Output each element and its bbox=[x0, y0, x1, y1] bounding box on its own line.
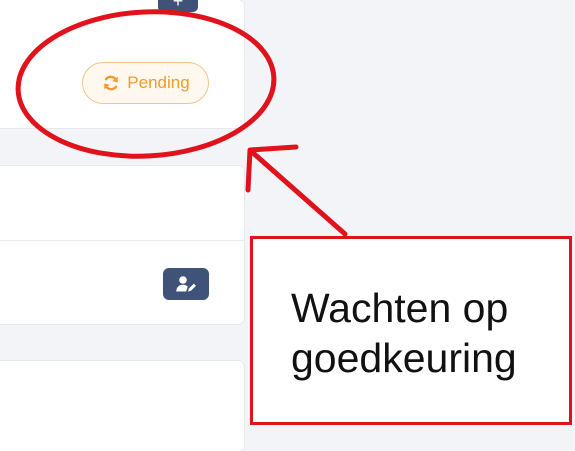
annotation-text-line2: goedkeuring bbox=[291, 334, 517, 381]
arrow-head bbox=[245, 144, 299, 193]
task-card bbox=[0, 361, 244, 451]
status-badge: Pending bbox=[82, 62, 209, 104]
annotation-text-line1: Wachten op bbox=[291, 284, 509, 331]
user-edit-icon bbox=[176, 276, 196, 292]
annotation-arrow bbox=[249, 149, 348, 237]
assign-user-button[interactable] bbox=[163, 268, 209, 300]
task-card bbox=[0, 166, 244, 324]
status-badge-label: Pending bbox=[127, 73, 190, 92]
annotation-callout: Wachten op goedkeuring bbox=[250, 236, 572, 425]
plus-icon: + bbox=[172, 0, 184, 11]
refresh-icon bbox=[104, 75, 119, 91]
row-divider bbox=[0, 240, 244, 241]
add-button[interactable]: + bbox=[158, 0, 198, 12]
